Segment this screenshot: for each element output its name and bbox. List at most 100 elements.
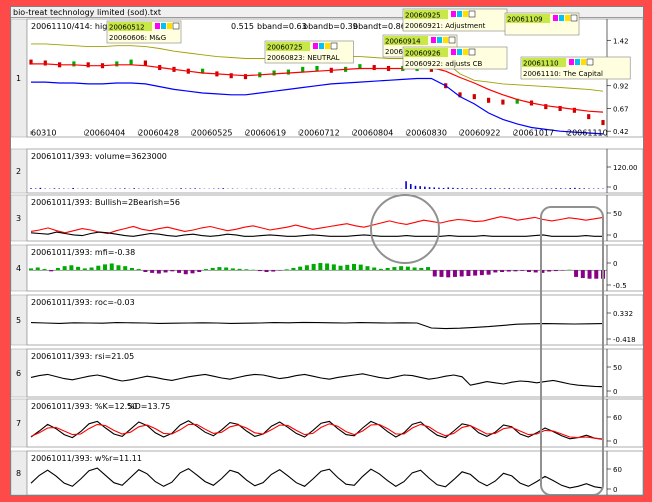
note-date: 20060725: [267, 44, 303, 52]
note-text: 20060921: Adjustment: [405, 22, 486, 30]
panel-header-stoch: 20061011/393: %K=12.50: [31, 402, 137, 411]
note-swatch: [443, 37, 448, 43]
y-tick-label: 0.92: [613, 83, 629, 91]
y-tick-label: 0: [613, 184, 617, 192]
x-tick-label: 20060922: [460, 129, 501, 138]
note-swatch: [457, 49, 462, 55]
x-tick-label: 20060428: [138, 129, 179, 138]
price-candle: [129, 59, 133, 65]
note-swatch: [559, 15, 564, 21]
note-swatch: [325, 43, 330, 49]
bbandb-label: bbandb=0.39: [303, 22, 358, 31]
price-candle: [286, 69, 290, 75]
note-swatch: [167, 23, 172, 29]
note-swatch: [451, 11, 456, 17]
x-tick-label: 60310: [31, 129, 56, 138]
panel-header: 20061011/393: rsi=21.05: [31, 352, 134, 361]
price-candle: [86, 62, 90, 68]
price-candle: [229, 73, 233, 79]
price-candle: [572, 107, 576, 113]
note-text: 20060823: NEUTRAL: [267, 54, 340, 62]
note-close-icon: [468, 10, 476, 18]
note-close-icon: [468, 48, 476, 56]
y-tick-label: 0: [613, 260, 617, 268]
y-tick-label: 60: [613, 414, 622, 422]
y-tick-label: 60: [613, 466, 622, 474]
y-tick-label: 0: [613, 486, 617, 494]
price-candle: [487, 97, 491, 103]
panel-number: 2: [16, 167, 21, 176]
panel-number: 4: [16, 264, 21, 273]
bearish-label: Bearish=56: [133, 198, 180, 207]
panel-header-volume: 20061011/393: volume=3623000: [31, 152, 167, 161]
x-tick-label: 20060830: [406, 129, 447, 138]
panel-number: 1: [16, 74, 21, 83]
panel-number: 3: [16, 214, 21, 223]
note-close-icon: [586, 58, 594, 66]
note-swatch: [553, 15, 558, 21]
note-text: 2006: [385, 48, 403, 56]
y-tick-label: 0: [613, 232, 617, 240]
y-tick-label: 50: [613, 364, 622, 372]
note-box: 20060512 20060606: M&G: [106, 20, 182, 44]
note-swatch: [437, 37, 442, 43]
indicator-chart: 1 2 3 4 5 6 7 8 20061110/414: high 0.515 bband=0.6…: [11, 8, 643, 495]
note-swatch: [313, 43, 318, 49]
note-date: 20060512: [109, 24, 145, 32]
note-swatch: [155, 23, 160, 29]
y-tick-label: 0: [613, 388, 617, 396]
price-candle: [43, 60, 47, 66]
price-candle: [501, 99, 505, 105]
note-box: 20061109: [504, 12, 580, 36]
note-text: 20060922: adjusts CB: [405, 60, 482, 68]
panel-number: 5: [16, 316, 21, 325]
note-swatch: [581, 59, 586, 65]
x-tick-label: 20061017: [513, 129, 554, 138]
panel-number: 7: [16, 419, 21, 428]
note-close-icon: [448, 36, 456, 44]
note-swatch: [463, 11, 468, 17]
note-date: 20060926: [405, 50, 441, 58]
price-candle: [143, 60, 147, 66]
panel-header-price: 20061110/414: high: [31, 22, 112, 31]
y-tick-label: 0.42: [613, 128, 629, 136]
panel-header: 20061011/393: roc=-0.03: [31, 298, 135, 307]
price-candle: [72, 61, 76, 67]
note-date: 20061110: [523, 60, 559, 68]
note-swatch: [319, 43, 324, 49]
note-close-icon: [570, 14, 578, 22]
note-swatch: [457, 11, 462, 17]
price-candle: [301, 66, 305, 72]
note-close-icon: [330, 42, 338, 50]
price-candle: [558, 105, 562, 111]
x-tick-label: 20060404: [85, 129, 126, 138]
y-tick-label: 0: [613, 438, 617, 446]
note-swatch: [565, 15, 570, 21]
x-tick-label: 20060525: [192, 129, 233, 138]
note-swatch: [463, 49, 468, 55]
panel-header-bullbear: 20061011/393: Bullish=2: [31, 198, 133, 207]
price-candle: [315, 65, 319, 71]
y-tick-label: 0.67: [613, 105, 629, 113]
note-box: 20061110 20061110: The Capital: [520, 56, 631, 80]
price-candle: [601, 120, 605, 126]
note-swatch: [569, 59, 574, 65]
x-tick-label: 20060712: [299, 129, 340, 138]
y-tick-label: 50: [613, 210, 622, 218]
price-candle: [587, 114, 591, 120]
price-candle: [272, 70, 276, 76]
price-candle: [243, 74, 248, 80]
x-tick-label: 20060619: [245, 129, 286, 138]
stoch-d-label: %D=13.75: [127, 402, 170, 411]
y-tick-label: -0.5: [613, 282, 627, 290]
note-swatch: [431, 37, 436, 43]
y-tick-label: 1.42: [613, 37, 629, 45]
note-close-icon: [172, 22, 180, 30]
note-swatch: [161, 23, 166, 29]
panel-header-mfi: 20061011/393: mfi=-0.38: [31, 248, 135, 257]
note-box: 20060925 20060921: Adjustment: [402, 8, 508, 32]
chart-window: bio-treat technology limited (sod).txt 1…: [10, 6, 644, 496]
price-candle: [472, 94, 476, 100]
panel-header: 20061011/393: w%r=11.11: [31, 454, 142, 463]
price-candle: [372, 65, 376, 71]
